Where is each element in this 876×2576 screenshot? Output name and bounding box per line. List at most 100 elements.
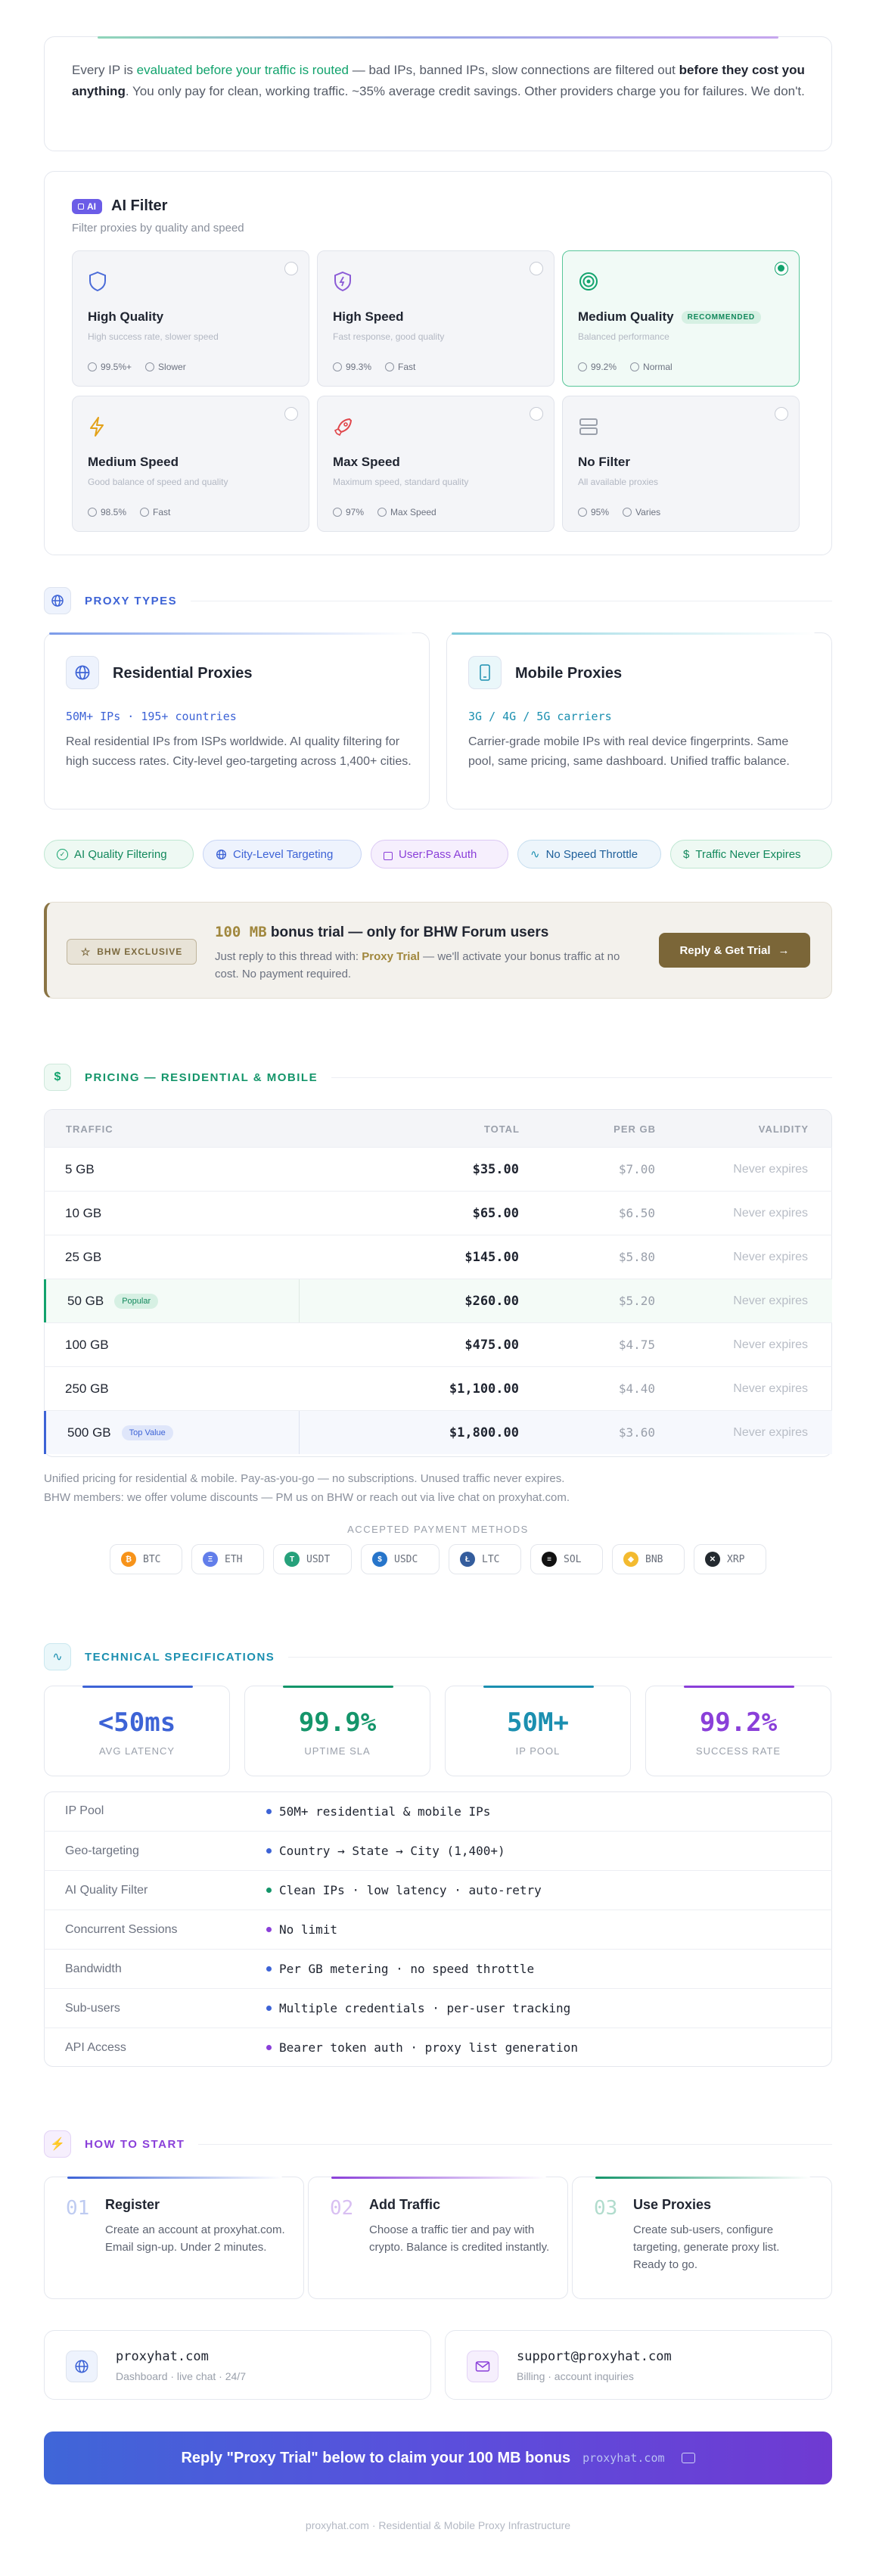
bolt-icon: ⚡ [44,2130,71,2158]
payment-xrp: ✕ XRP [694,1544,766,1574]
bullet-dot [266,2045,272,2050]
bolt-icon [88,416,294,441]
filter-option-high-quality[interactable]: High Quality High success rate, slower sp… [72,250,309,387]
intro-text-part: — bad IPs, banned IPs, slow connections … [349,63,679,77]
card-accent [49,632,412,635]
stat-card: 99.9% UPTIME SLA [244,1686,430,1776]
speed-value: Fast [398,362,416,372]
shield-icon [88,271,294,296]
clock-icon [145,362,155,371]
filter-option-title-text: Medium Quality [578,309,674,324]
total-cell: $475.00 [464,1337,519,1353]
globe-icon [66,656,99,689]
traffic-value: 10 GB [65,1205,102,1220]
proxy-types-header: PROXY TYPES [44,587,832,614]
speed-value: Normal [643,362,673,372]
sol-icon: ≡ [542,1552,557,1567]
per-gb-cell: $4.40 [618,1381,655,1396]
tech-header: ∿ TECHNICAL SPECIFICATIONS [44,1643,832,1670]
filter-option-max-speed[interactable]: Max Speed Maximum speed, standard quality… [317,396,554,532]
radio-button[interactable] [284,262,298,275]
table-row[interactable]: 250 GB $1,100.00 $4.40 Never expires [44,1366,832,1410]
reply-get-trial-button[interactable]: Reply & Get Trial → [659,933,810,968]
table-row[interactable]: 100 GB $475.00 $4.75 Never expires [44,1322,832,1366]
table-row[interactable]: 10 GB $65.00 $6.50 Never expires [44,1191,832,1235]
chat-icon [681,2453,695,2463]
contact-email[interactable]: support@proxyhat.com Billing · account i… [445,2330,832,2400]
phone-icon [468,656,502,689]
radio-button[interactable] [775,407,788,421]
payment-label: XRP [727,1553,745,1565]
divider [198,2143,832,2145]
tier-badge: Top Value [121,1425,173,1440]
step-desc: Create an account at proxyhat.com. Email… [105,2223,285,2254]
residential-stats: 50M+ IPs · 195+ countries [66,710,237,723]
payment-usdc: $ USDC [361,1544,440,1574]
col-traffic: TRAFFIC [66,1123,113,1135]
traffic-value: 250 GB [65,1381,109,1396]
spec-value: Per GB metering · no speed throttle [266,1962,534,1976]
xrp-icon: ✕ [705,1552,720,1567]
col-validity: VALIDITY [758,1123,809,1135]
clock-icon [385,362,395,371]
filter-option-title: Medium Speed [88,455,294,470]
table-row[interactable]: 5 GB $35.00 $7.00 Never expires [44,1147,832,1191]
stat-card: 50M+ IP POOL [445,1686,631,1776]
step-desc: Create sub-users, configure targeting, g… [633,2223,780,2271]
success-rate: 98.5% [88,507,126,517]
traffic-value: 100 GB [65,1337,109,1352]
table-row[interactable]: 500 GB Top Value $1,800.00 $3.60 Never expir… [44,1410,832,1454]
usdt-icon: T [284,1552,300,1567]
validity-cell: Never expires [733,1425,808,1439]
filter-option-title: High Quality [88,309,294,325]
step-card: 02 Add Traffic Choose a traffic tier and p… [308,2177,568,2299]
ai-filter-header: AI AI Filter [72,197,167,215]
filter-option-medium-speed[interactable]: Medium Speed Good balance of speed and qu… [72,396,309,532]
spec-value: Multiple credentials · per-user tracking [266,2001,570,2015]
bonus-desc-highlight: Proxy Trial [362,950,420,963]
filter-option-medium-quality[interactable]: Medium Quality RECOMMENDED Balanced perfor… [562,250,800,387]
check-circle-icon [578,362,587,371]
traffic-cell: 10 GB [44,1192,300,1235]
filter-option-meta: 95% Varies [578,507,660,517]
filter-option-desc: Maximum speed, standard quality [333,477,469,487]
residential-title: Residential Proxies [113,665,253,682]
traffic-value: 5 GB [65,1161,95,1176]
contact-website[interactable]: proxyhat.com Dashboard · live chat · 24/… [44,2330,431,2400]
radio-button[interactable] [530,407,543,421]
per-gb-cell: $5.80 [618,1250,655,1264]
speed-value: Fast [153,507,171,517]
stat-card: 99.2% SUCCESS RATE [645,1686,831,1776]
mail-icon [467,2351,499,2382]
mobile-desc: Carrier-grade mobile IPs with real devic… [468,735,790,768]
spec-value-text: Clean IPs · low latency · auto-retry [279,1883,542,1897]
per-gb-cell: $7.00 [618,1162,655,1176]
payment-label: ETH [225,1553,243,1565]
radio-button[interactable] [530,262,543,275]
per-gb-cell: $3.60 [618,1425,655,1440]
server-icon [578,416,784,441]
spec-row: Sub-users Multiple credentials · per-user… [44,1988,832,2028]
table-row[interactable]: 25 GB $145.00 $5.80 Never expires [44,1235,832,1279]
table-row[interactable]: 50 GB Popular $260.00 $5.20 Never expires [44,1279,832,1322]
filter-option-desc: High success rate, slower speed [88,331,219,342]
cta-button[interactable]: Reply "Proxy Trial" below to claim your … [44,2432,832,2484]
step-number: 03 [594,2197,618,2220]
ai-filter-title: AI Filter [111,197,168,214]
shield-bolt-icon [333,271,539,296]
filter-option-meta: 98.5% Fast [88,507,170,517]
success-rate: 97% [333,507,364,517]
filter-option-no-filter[interactable]: No Filter All available proxies 95% Varies [562,396,800,532]
radio-button[interactable] [775,262,788,275]
spec-value-text: Country → State → City (1,400+) [279,1844,505,1858]
total-cell: $1,800.00 [449,1425,519,1440]
spec-row: Geo-targeting Country → State → City (1,4… [44,1831,832,1870]
how-header: ⚡ HOW TO START [44,2130,832,2158]
speed: Normal [630,362,673,372]
radio-button[interactable] [284,407,298,421]
spec-row: API Access Bearer token auth · proxy list… [44,2028,832,2067]
feature-pill-ai-quality: ✓ AI Quality Filtering [44,840,194,869]
filter-option-high-speed[interactable]: High Speed Fast response, good quality 99.… [317,250,554,387]
pricing-note: BHW members: we offer volume discounts —… [44,1491,570,1504]
feature-pill-label: AI Quality Filtering [74,847,167,861]
